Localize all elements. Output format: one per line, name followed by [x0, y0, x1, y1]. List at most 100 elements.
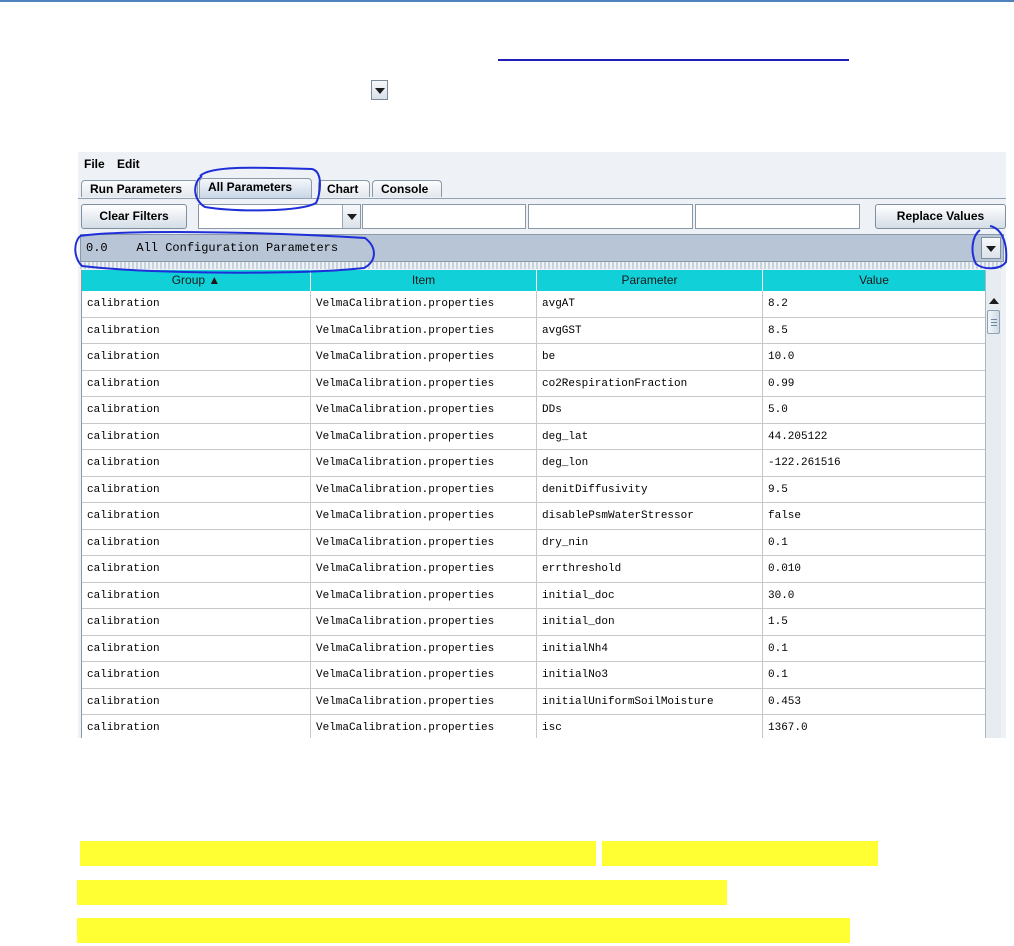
table-row[interactable]: calibration VelmaCalibration.properties in…	[82, 582, 986, 609]
table-row[interactable]: calibration VelmaCalibration.properties in…	[82, 662, 986, 689]
cell-group[interactable]: calibration	[82, 715, 311, 738]
cell-value[interactable]: 0.99	[763, 370, 986, 397]
cell-value[interactable]: 9.5	[763, 476, 986, 503]
table-row[interactable]: calibration VelmaCalibration.properties in…	[82, 635, 986, 662]
cell-group[interactable]: calibration	[82, 556, 311, 583]
clear-filters-button[interactable]: Clear Filters	[81, 204, 187, 229]
cell-value[interactable]: 0.1	[763, 662, 986, 689]
cell-value[interactable]: 44.205122	[763, 423, 986, 450]
cell-item[interactable]: VelmaCalibration.properties	[311, 529, 537, 556]
cell-item[interactable]: VelmaCalibration.properties	[311, 635, 537, 662]
tab-all-parameters[interactable]: All Parameters	[199, 178, 312, 198]
table-row[interactable]: calibration VelmaCalibration.properties dr…	[82, 529, 986, 556]
cell-parameter[interactable]: initialNh4	[537, 635, 763, 662]
cell-parameter[interactable]: disablePsmWaterStressor	[537, 503, 763, 530]
cell-value[interactable]: 8.5	[763, 317, 986, 344]
cell-item[interactable]: VelmaCalibration.properties	[311, 476, 537, 503]
tab-chart[interactable]: Chart	[318, 180, 370, 197]
scroll-thumb[interactable]	[987, 310, 1000, 334]
table-row[interactable]: calibration VelmaCalibration.properties co…	[82, 370, 986, 397]
cell-item[interactable]: VelmaCalibration.properties	[311, 688, 537, 715]
document-link-underline[interactable]	[498, 59, 849, 61]
cell-group[interactable]: calibration	[82, 423, 311, 450]
cell-group[interactable]: calibration	[82, 344, 311, 371]
cell-parameter[interactable]: initial_doc	[537, 582, 763, 609]
cell-value[interactable]: -122.261516	[763, 450, 986, 477]
cell-parameter[interactable]: co2RespirationFraction	[537, 370, 763, 397]
cell-item[interactable]: VelmaCalibration.properties	[311, 503, 537, 530]
cell-value[interactable]: 0.1	[763, 635, 986, 662]
scroll-up-button[interactable]	[987, 294, 1000, 308]
cell-value[interactable]: 10.0	[763, 344, 986, 371]
cell-item[interactable]: VelmaCalibration.properties	[311, 291, 537, 318]
cell-value[interactable]: 8.2	[763, 291, 986, 318]
item-filter-input[interactable]	[362, 204, 526, 229]
cell-group[interactable]: calibration	[82, 529, 311, 556]
cell-parameter[interactable]: deg_lat	[537, 423, 763, 450]
table-row[interactable]: calibration VelmaCalibration.properties de…	[82, 423, 986, 450]
cell-group[interactable]: calibration	[82, 503, 311, 530]
cell-parameter[interactable]: initial_don	[537, 609, 763, 636]
column-header-group[interactable]: Group ▲	[82, 270, 311, 291]
table-vertical-scrollbar[interactable]	[985, 270, 1001, 738]
cell-group[interactable]: calibration	[82, 317, 311, 344]
cell-parameter[interactable]: initialNo3	[537, 662, 763, 689]
cell-value[interactable]: 0.010	[763, 556, 986, 583]
cell-item[interactable]: VelmaCalibration.properties	[311, 370, 537, 397]
cell-item[interactable]: VelmaCalibration.properties	[311, 662, 537, 689]
cell-parameter[interactable]: avgGST	[537, 317, 763, 344]
configuration-selector[interactable]: 0.0 All Configuration Parameters	[80, 234, 1004, 262]
table-row[interactable]: calibration VelmaCalibration.properties DD…	[82, 397, 986, 424]
cell-item[interactable]: VelmaCalibration.properties	[311, 715, 537, 738]
column-header-item[interactable]: Item	[311, 270, 537, 291]
cell-parameter[interactable]: DDs	[537, 397, 763, 424]
cell-group[interactable]: calibration	[82, 291, 311, 318]
table-row[interactable]: calibration VelmaCalibration.properties de…	[82, 450, 986, 477]
table-row[interactable]: calibration VelmaCalibration.properties is…	[82, 715, 986, 738]
cell-group[interactable]: calibration	[82, 397, 311, 424]
cell-item[interactable]: VelmaCalibration.properties	[311, 423, 537, 450]
tab-run-parameters[interactable]: Run Parameters	[81, 180, 198, 197]
cell-value[interactable]: 0.1	[763, 529, 986, 556]
cell-value[interactable]: 0.453	[763, 688, 986, 715]
table-row[interactable]: calibration VelmaCalibration.properties di…	[82, 503, 986, 530]
cell-parameter[interactable]: isc	[537, 715, 763, 738]
table-row[interactable]: calibration VelmaCalibration.properties av…	[82, 291, 986, 318]
cell-group[interactable]: calibration	[82, 450, 311, 477]
cell-group[interactable]: calibration	[82, 609, 311, 636]
cell-value[interactable]: 1367.0	[763, 715, 986, 738]
parameter-filter-input[interactable]	[528, 204, 693, 229]
table-row[interactable]: calibration VelmaCalibration.properties er…	[82, 556, 986, 583]
table-row[interactable]: calibration VelmaCalibration.properties in…	[82, 688, 986, 715]
column-header-parameter[interactable]: Parameter	[537, 270, 763, 291]
cell-parameter[interactable]: initialUniformSoilMoisture	[537, 688, 763, 715]
cell-parameter[interactable]: denitDiffusivity	[537, 476, 763, 503]
table-row[interactable]: calibration VelmaCalibration.properties av…	[82, 317, 986, 344]
cell-item[interactable]: VelmaCalibration.properties	[311, 317, 537, 344]
cell-value[interactable]: false	[763, 503, 986, 530]
value-filter-input[interactable]	[695, 204, 860, 229]
group-filter-arrow[interactable]	[342, 205, 360, 228]
cell-group[interactable]: calibration	[82, 635, 311, 662]
cell-parameter[interactable]: avgAT	[537, 291, 763, 318]
split-pane-divider[interactable]	[80, 262, 1004, 269]
group-filter-combo[interactable]	[198, 204, 361, 229]
cell-value[interactable]: 5.0	[763, 397, 986, 424]
cell-item[interactable]: VelmaCalibration.properties	[311, 609, 537, 636]
table-row[interactable]: calibration VelmaCalibration.properties be…	[82, 344, 986, 371]
cell-group[interactable]: calibration	[82, 476, 311, 503]
table-row[interactable]: calibration VelmaCalibration.properties in…	[82, 609, 986, 636]
cell-group[interactable]: calibration	[82, 370, 311, 397]
cell-item[interactable]: VelmaCalibration.properties	[311, 450, 537, 477]
cell-item[interactable]: VelmaCalibration.properties	[311, 582, 537, 609]
configuration-selector-arrow[interactable]	[981, 237, 1001, 259]
replace-values-button[interactable]: Replace Values	[875, 204, 1006, 229]
cell-item[interactable]: VelmaCalibration.properties	[311, 344, 537, 371]
cell-value[interactable]: 1.5	[763, 609, 986, 636]
cell-group[interactable]: calibration	[82, 582, 311, 609]
cell-item[interactable]: VelmaCalibration.properties	[311, 556, 537, 583]
cell-parameter[interactable]: be	[537, 344, 763, 371]
cell-parameter[interactable]: dry_nin	[537, 529, 763, 556]
cell-group[interactable]: calibration	[82, 662, 311, 689]
menu-file[interactable]: File	[84, 157, 105, 171]
